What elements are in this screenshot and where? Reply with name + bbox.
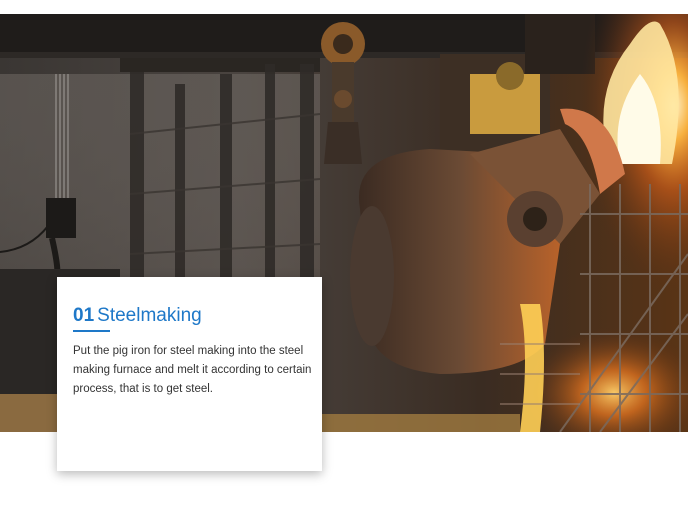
card-title: 01 Steelmaking xyxy=(73,304,202,328)
process-card: 01 Steelmaking Put the pig iron for steel… xyxy=(57,277,322,471)
step-title: Steelmaking xyxy=(97,305,202,326)
title-underline xyxy=(73,330,110,332)
step-number: 01 xyxy=(73,305,95,326)
page: 01 Steelmaking Put the pig iron for steel… xyxy=(0,0,688,516)
step-description: Put the pig iron for steel making into t… xyxy=(73,345,312,395)
